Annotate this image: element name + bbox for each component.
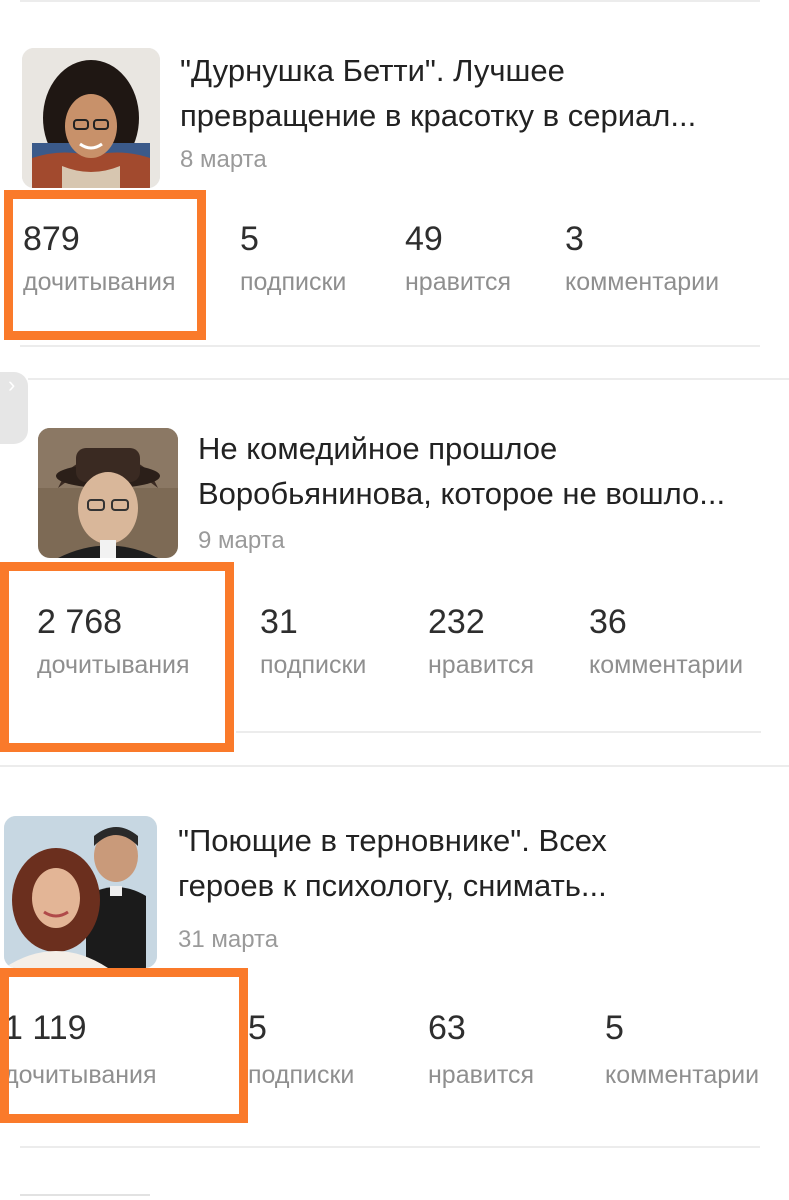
stat-comments-label: комментарии	[589, 651, 744, 679]
divider	[20, 345, 760, 347]
chevron-right-icon: ›	[8, 372, 16, 397]
article-thumbnail[interactable]	[4, 816, 157, 968]
divider	[28, 378, 789, 380]
article-date: 31 марта	[178, 926, 279, 953]
article-title[interactable]: "Поющие в терновнике". Всех героев к пси…	[178, 818, 778, 908]
article-title-line-2: Воробьянинова, которое не вошло...	[198, 476, 726, 511]
article-title[interactable]: Не комедийное прошлое Воробьянинова, кот…	[198, 426, 784, 516]
divider	[20, 1146, 760, 1148]
stat-comments-value: 36	[589, 603, 627, 641]
stat-subscriptions-value: 31	[260, 603, 298, 641]
stat-subscriptions-value: 5	[248, 1009, 267, 1047]
stat-comments-value: 5	[605, 1009, 624, 1047]
stat-likes-label: нравится	[428, 651, 535, 679]
article-thumbnail[interactable]	[38, 428, 178, 558]
article-date: 9 марта	[198, 527, 285, 554]
article-title-line-2: героев к психологу, снимать...	[178, 868, 607, 903]
stat-subscriptions-value: 5	[240, 220, 259, 258]
article-title-line-1: Не комедийное прошлое	[198, 431, 558, 466]
stat-subscriptions-label: подписки	[240, 268, 347, 296]
article-thumbnail[interactable]	[22, 48, 160, 188]
stat-likes-value: 232	[428, 603, 485, 641]
highlight-box	[4, 190, 206, 340]
stat-subscriptions-label: подписки	[260, 651, 367, 679]
portrait-image	[38, 428, 178, 558]
divider	[20, 1194, 150, 1196]
stat-comments-value: 3	[565, 220, 584, 258]
article-title-line-1: "Поющие в терновнике". Всех	[178, 823, 607, 858]
stat-comments-label: комментарии	[565, 268, 720, 296]
stat-likes-label: нравится	[405, 268, 512, 296]
article-title-line-2: превращение в красотку в сериал...	[180, 98, 697, 133]
divider	[236, 731, 761, 733]
portrait-image	[4, 816, 157, 968]
highlight-box	[0, 968, 248, 1123]
stat-likes-value: 49	[405, 220, 443, 258]
highlight-box	[0, 562, 234, 752]
stat-likes-label: нравится	[428, 1061, 535, 1089]
stat-comments-label: комментарии	[605, 1061, 760, 1089]
stat-subscriptions-label: подписки	[248, 1061, 355, 1089]
divider-top	[20, 0, 760, 2]
side-panel-tab[interactable]: ›	[0, 372, 28, 444]
article-date: 8 марта	[180, 146, 267, 173]
portrait-image	[22, 48, 160, 188]
article-title[interactable]: "Дурнушка Бетти". Лучшее превращение в к…	[180, 48, 765, 138]
stat-likes-value: 63	[428, 1009, 466, 1047]
divider	[0, 765, 789, 767]
article-title-line-1: "Дурнушка Бетти". Лучшее	[180, 53, 565, 88]
